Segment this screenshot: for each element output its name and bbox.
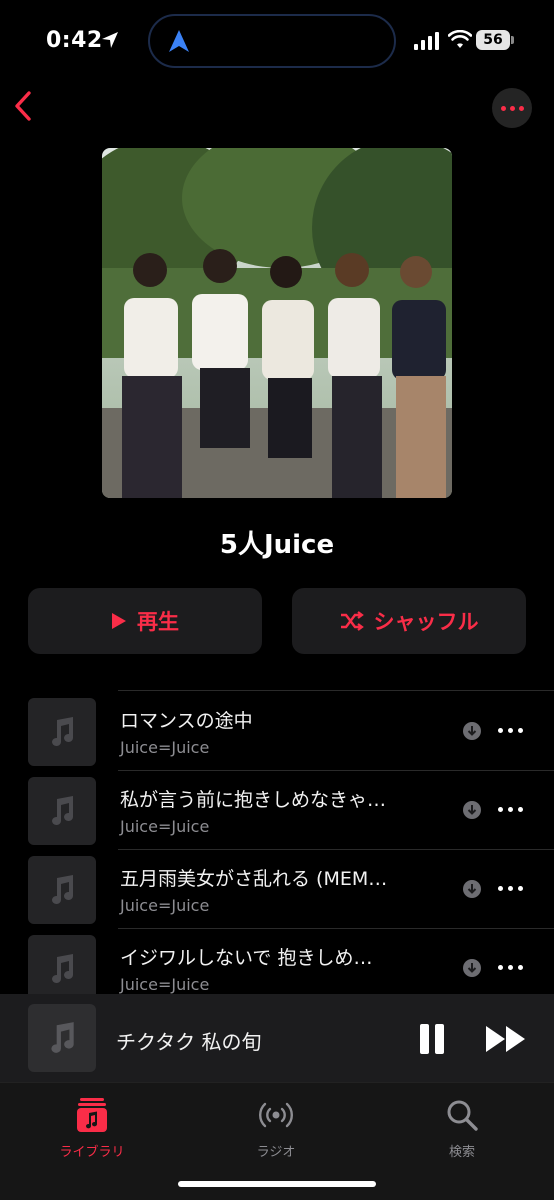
tab-radio[interactable]: ラジオ xyxy=(216,1091,336,1161)
now-playing-artwork xyxy=(28,1004,96,1072)
shuffle-button[interactable]: シャッフル xyxy=(292,588,526,654)
track-artist: Juice=Juice xyxy=(120,896,210,915)
tab-library[interactable]: ライブラリ xyxy=(32,1091,152,1161)
track-title: ロマンスの途中 xyxy=(120,710,253,732)
track-artwork-placeholder xyxy=(28,698,96,766)
shuffle-label: シャッフル xyxy=(373,610,479,634)
track-artwork-placeholder xyxy=(28,777,96,845)
signal-icon xyxy=(414,32,439,50)
track-more-button[interactable] xyxy=(498,728,524,734)
pause-icon xyxy=(420,1024,429,1054)
play-icon xyxy=(112,613,126,629)
home-indicator[interactable] xyxy=(178,1181,376,1187)
music-note-icon xyxy=(51,1022,74,1053)
music-note-icon xyxy=(52,717,73,746)
search-icon xyxy=(447,1100,478,1131)
album-title: 5人Juice xyxy=(219,530,335,560)
music-note-icon xyxy=(52,954,73,983)
now-playing-title: チクタク 私の旬 xyxy=(116,1030,262,1054)
downloaded-icon xyxy=(463,801,481,819)
back-chevron-icon[interactable] xyxy=(8,88,38,124)
play-label: 再生 xyxy=(137,610,179,634)
track-artist: Juice=Juice xyxy=(120,975,210,994)
downloaded-icon xyxy=(463,722,481,740)
tab-search-label: 検索 xyxy=(448,1145,475,1160)
track-title: 私が言う前に抱きしめなきゃ… xyxy=(120,789,387,811)
pause-button[interactable] xyxy=(418,1024,446,1054)
track-more-button[interactable] xyxy=(498,965,524,971)
downloaded-icon xyxy=(463,880,481,898)
track-artwork-placeholder xyxy=(28,856,96,924)
mini-player[interactable]: チクタク 私の旬 xyxy=(0,994,554,1082)
track-artwork-placeholder xyxy=(28,935,96,1003)
track-row[interactable]: 私が言う前に抱きしめなきゃ… Juice=Juice xyxy=(0,771,554,850)
divider xyxy=(118,690,554,691)
track-row[interactable]: ロマンスの途中 Juice=Juice xyxy=(0,692,554,771)
more-options-button[interactable] xyxy=(492,88,532,128)
downloaded-icon xyxy=(463,959,481,977)
wifi-icon xyxy=(448,30,472,48)
play-button[interactable]: 再生 xyxy=(28,588,262,654)
radio-icon xyxy=(259,1102,293,1128)
battery-indicator: 56 xyxy=(476,30,516,50)
track-title: 五月雨美女がさ乱れる (MEM… xyxy=(120,868,388,890)
battery-level: 56 xyxy=(476,30,510,50)
status-time: 0:42 xyxy=(46,28,103,53)
album-artwork xyxy=(102,148,452,498)
track-more-button[interactable] xyxy=(498,807,524,813)
track-row[interactable]: 五月雨美女がさ乱れる (MEM… Juice=Juice xyxy=(0,850,554,929)
music-note-icon xyxy=(52,796,73,825)
location-arrow-icon xyxy=(102,32,118,48)
tab-search[interactable]: 検索 xyxy=(402,1091,522,1161)
dynamic-island[interactable] xyxy=(148,14,396,68)
track-title: イジワルしないで 抱きしめ… xyxy=(120,947,373,969)
tab-radio-label: ラジオ xyxy=(256,1145,296,1160)
library-icon xyxy=(77,1098,107,1132)
skip-forward-icon[interactable] xyxy=(484,1023,528,1055)
music-note-icon xyxy=(52,875,73,904)
shuffle-icon xyxy=(340,611,364,631)
navigation-arrow-icon xyxy=(169,30,189,52)
track-artist: Juice=Juice xyxy=(120,817,210,836)
tab-library-label: ライブラリ xyxy=(59,1145,125,1160)
track-more-button[interactable] xyxy=(498,886,524,892)
track-artist: Juice=Juice xyxy=(120,738,210,757)
